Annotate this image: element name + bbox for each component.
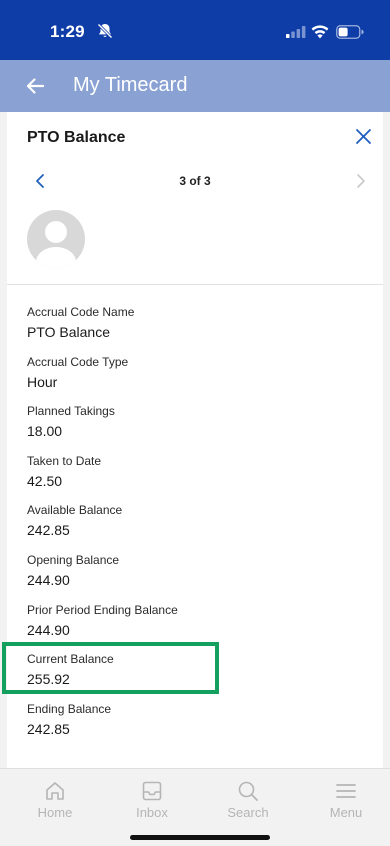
field-accrual-code-name: Accrual Code Name PTO Balance <box>27 305 357 355</box>
tab-label: Inbox <box>136 805 168 820</box>
back-arrow-icon[interactable] <box>24 75 46 97</box>
field-value: 42.50 <box>27 472 63 489</box>
tab-home[interactable]: Home <box>15 779 95 820</box>
status-time: 1:29 <box>50 22 85 41</box>
employee-name-area <box>91 208 339 264</box>
field-value: 242.85 <box>27 720 70 737</box>
tab-inbox[interactable]: Inbox <box>112 779 192 820</box>
field-planned-takings: Planned Takings 18.00 <box>27 404 357 454</box>
field-taken-to-date: Taken to Date 42.50 <box>27 454 357 504</box>
home-icon <box>46 782 64 800</box>
field-accrual-code-type: Accrual Code Type Hour <box>27 355 357 405</box>
tab-label: Search <box>227 805 269 820</box>
field-label: Planned Takings <box>27 404 115 419</box>
field-value: Hour <box>27 373 58 390</box>
inbox-icon <box>142 781 162 801</box>
tab-menu[interactable]: Menu <box>306 779 386 820</box>
field-value: 244.90 <box>27 621 70 638</box>
field-ending-balance: Ending Balance 242.85 <box>27 702 357 752</box>
field-opening-balance: Opening Balance 244.90 <box>27 553 357 603</box>
tab-label: Menu <box>329 805 363 820</box>
bell-slash-icon <box>97 23 113 39</box>
close-icon[interactable] <box>355 128 372 145</box>
search-icon <box>238 781 258 801</box>
page-title: My Timecard <box>73 74 188 96</box>
tab-search[interactable]: Search <box>208 779 288 820</box>
tab-label: Home <box>37 805 73 820</box>
app-header: My Timecard <box>0 60 390 112</box>
avatar <box>27 210 85 268</box>
field-label: Available Balance <box>27 503 123 518</box>
field-available-balance: Available Balance 242.85 <box>27 503 357 553</box>
field-value: 244.90 <box>27 571 70 588</box>
chevron-right-icon <box>357 174 365 188</box>
field-label: Prior Period Ending Balance <box>27 602 178 617</box>
menu-icon <box>336 784 356 798</box>
home-indicator[interactable] <box>130 835 270 840</box>
section-divider <box>7 284 383 285</box>
status-bar: 1:29 <box>0 0 390 60</box>
cellular-signal-icon <box>286 26 306 38</box>
person-placeholder-icon <box>36 221 76 268</box>
current-balance-highlight <box>2 642 219 694</box>
field-value: 242.85 <box>27 522 70 539</box>
pager-indicator: 3 of 3 <box>179 174 211 188</box>
field-value: PTO Balance <box>27 324 111 340</box>
battery-icon <box>336 25 364 39</box>
field-label: Ending Balance <box>27 701 112 716</box>
field-label: Accrual Code Type <box>27 354 129 369</box>
field-label: Taken to Date <box>27 453 102 468</box>
field-value: 18.00 <box>27 423 63 440</box>
panel-title: PTO Balance <box>27 129 126 146</box>
wifi-icon <box>311 25 329 39</box>
field-label: Accrual Code Name <box>27 305 135 319</box>
field-label: Opening Balance <box>27 552 120 567</box>
